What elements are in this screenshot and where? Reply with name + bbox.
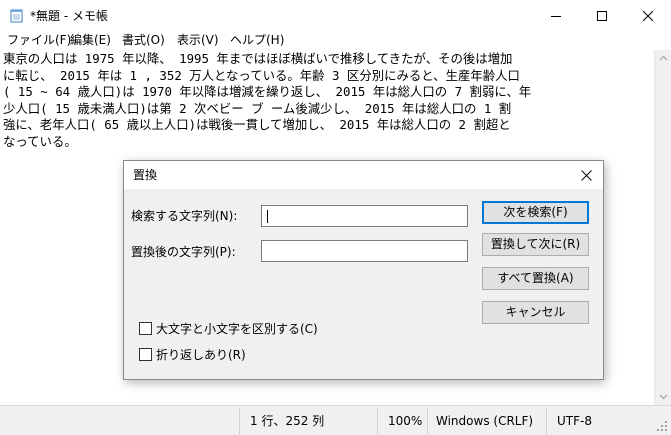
menu-help[interactable]: ヘルプ(H) [230, 33, 284, 47]
dialog-title: 置換 [133, 168, 158, 182]
menu-format[interactable]: 書式(O) [122, 33, 165, 47]
status-bar: 1 行、252 列 100% Windows (CRLF) UTF-8 [0, 405, 671, 435]
cancel-button[interactable]: キャンセル [482, 301, 589, 324]
replace-button[interactable]: 置換して次に(R) [482, 233, 589, 256]
zoom-level: 100% [388, 414, 423, 428]
close-button[interactable] [625, 0, 671, 30]
scroll-down-icon[interactable] [655, 388, 671, 405]
replace-all-button[interactable]: すべて置換(A) [482, 267, 589, 290]
status-divider [377, 408, 378, 434]
maximize-button[interactable] [579, 0, 625, 30]
match-case-checkbox[interactable] [139, 322, 152, 335]
replace-dialog: 置換 検索する文字列(N): 置換後の文字列(P): 次を検索(F) 置換して次… [123, 160, 604, 380]
menu-bar: ファイル(F) 編集(E) 書式(O) 表示(V) ヘルプ(H) [0, 30, 671, 50]
dialog-close-button[interactable] [569, 161, 603, 189]
line-ending: Windows (CRLF) [436, 414, 534, 428]
editor-line: に転じ、 2015 年は 1 , 352 万人となっている。年齢 3 区分別にみ… [3, 67, 520, 83]
menu-file[interactable]: ファイル(F) [7, 33, 71, 47]
window-title: *無題 - メモ帳 [30, 9, 108, 23]
title-bar: *無題 - メモ帳 [0, 0, 671, 30]
replace-input[interactable] [261, 240, 468, 262]
status-divider [427, 408, 428, 434]
editor-line: 少人口( 15 歳未満人口)は第 2 次ベビー ブ ーム後減少し、 2015 年… [3, 100, 512, 116]
encoding: UTF-8 [557, 414, 592, 428]
editor-line: ( 15 ~ 64 歳人口)は 1970 年以降は増減を繰り返し、 2015 年… [3, 84, 532, 99]
editor-line: 強に、老年人口( 65 歳以上人口)は戦後一貫して増加し、 2015 年は総人口… [3, 117, 511, 132]
status-divider [239, 408, 240, 434]
find-input[interactable] [261, 205, 468, 227]
editor-line: 東京の人口は 1975 年以降、 1995 年まではほぼ横ばいで推移してきたが、… [3, 51, 513, 66]
notepad-icon [10, 8, 24, 23]
editor-content[interactable]: 東京の人口は 1975 年以降、 1995 年まではほぼ横ばいで推移してきたが、… [3, 51, 653, 150]
match-case-label[interactable]: 大文字と小文字を区別する(C) [156, 322, 318, 336]
cursor-position: 1 行、252 列 [250, 414, 325, 428]
text-caret [267, 210, 268, 223]
editor-line: なっている。 [3, 133, 77, 149]
scroll-up-icon[interactable] [655, 50, 671, 67]
minimize-button[interactable] [533, 0, 579, 30]
find-label: 検索する文字列(N): [131, 209, 238, 223]
resize-grip-icon[interactable] [656, 420, 668, 432]
find-next-button[interactable]: 次を検索(F) [482, 201, 589, 224]
wrap-around-checkbox[interactable] [139, 348, 152, 361]
dialog-title-bar[interactable]: 置換 [124, 161, 603, 189]
menu-view[interactable]: 表示(V) [177, 33, 219, 47]
replace-label: 置換後の文字列(P): [131, 245, 236, 259]
wrap-around-label[interactable]: 折り返しあり(R) [156, 348, 246, 362]
menu-edit[interactable]: 編集(E) [70, 33, 111, 47]
vertical-scrollbar[interactable] [654, 50, 671, 405]
status-divider [546, 408, 547, 434]
